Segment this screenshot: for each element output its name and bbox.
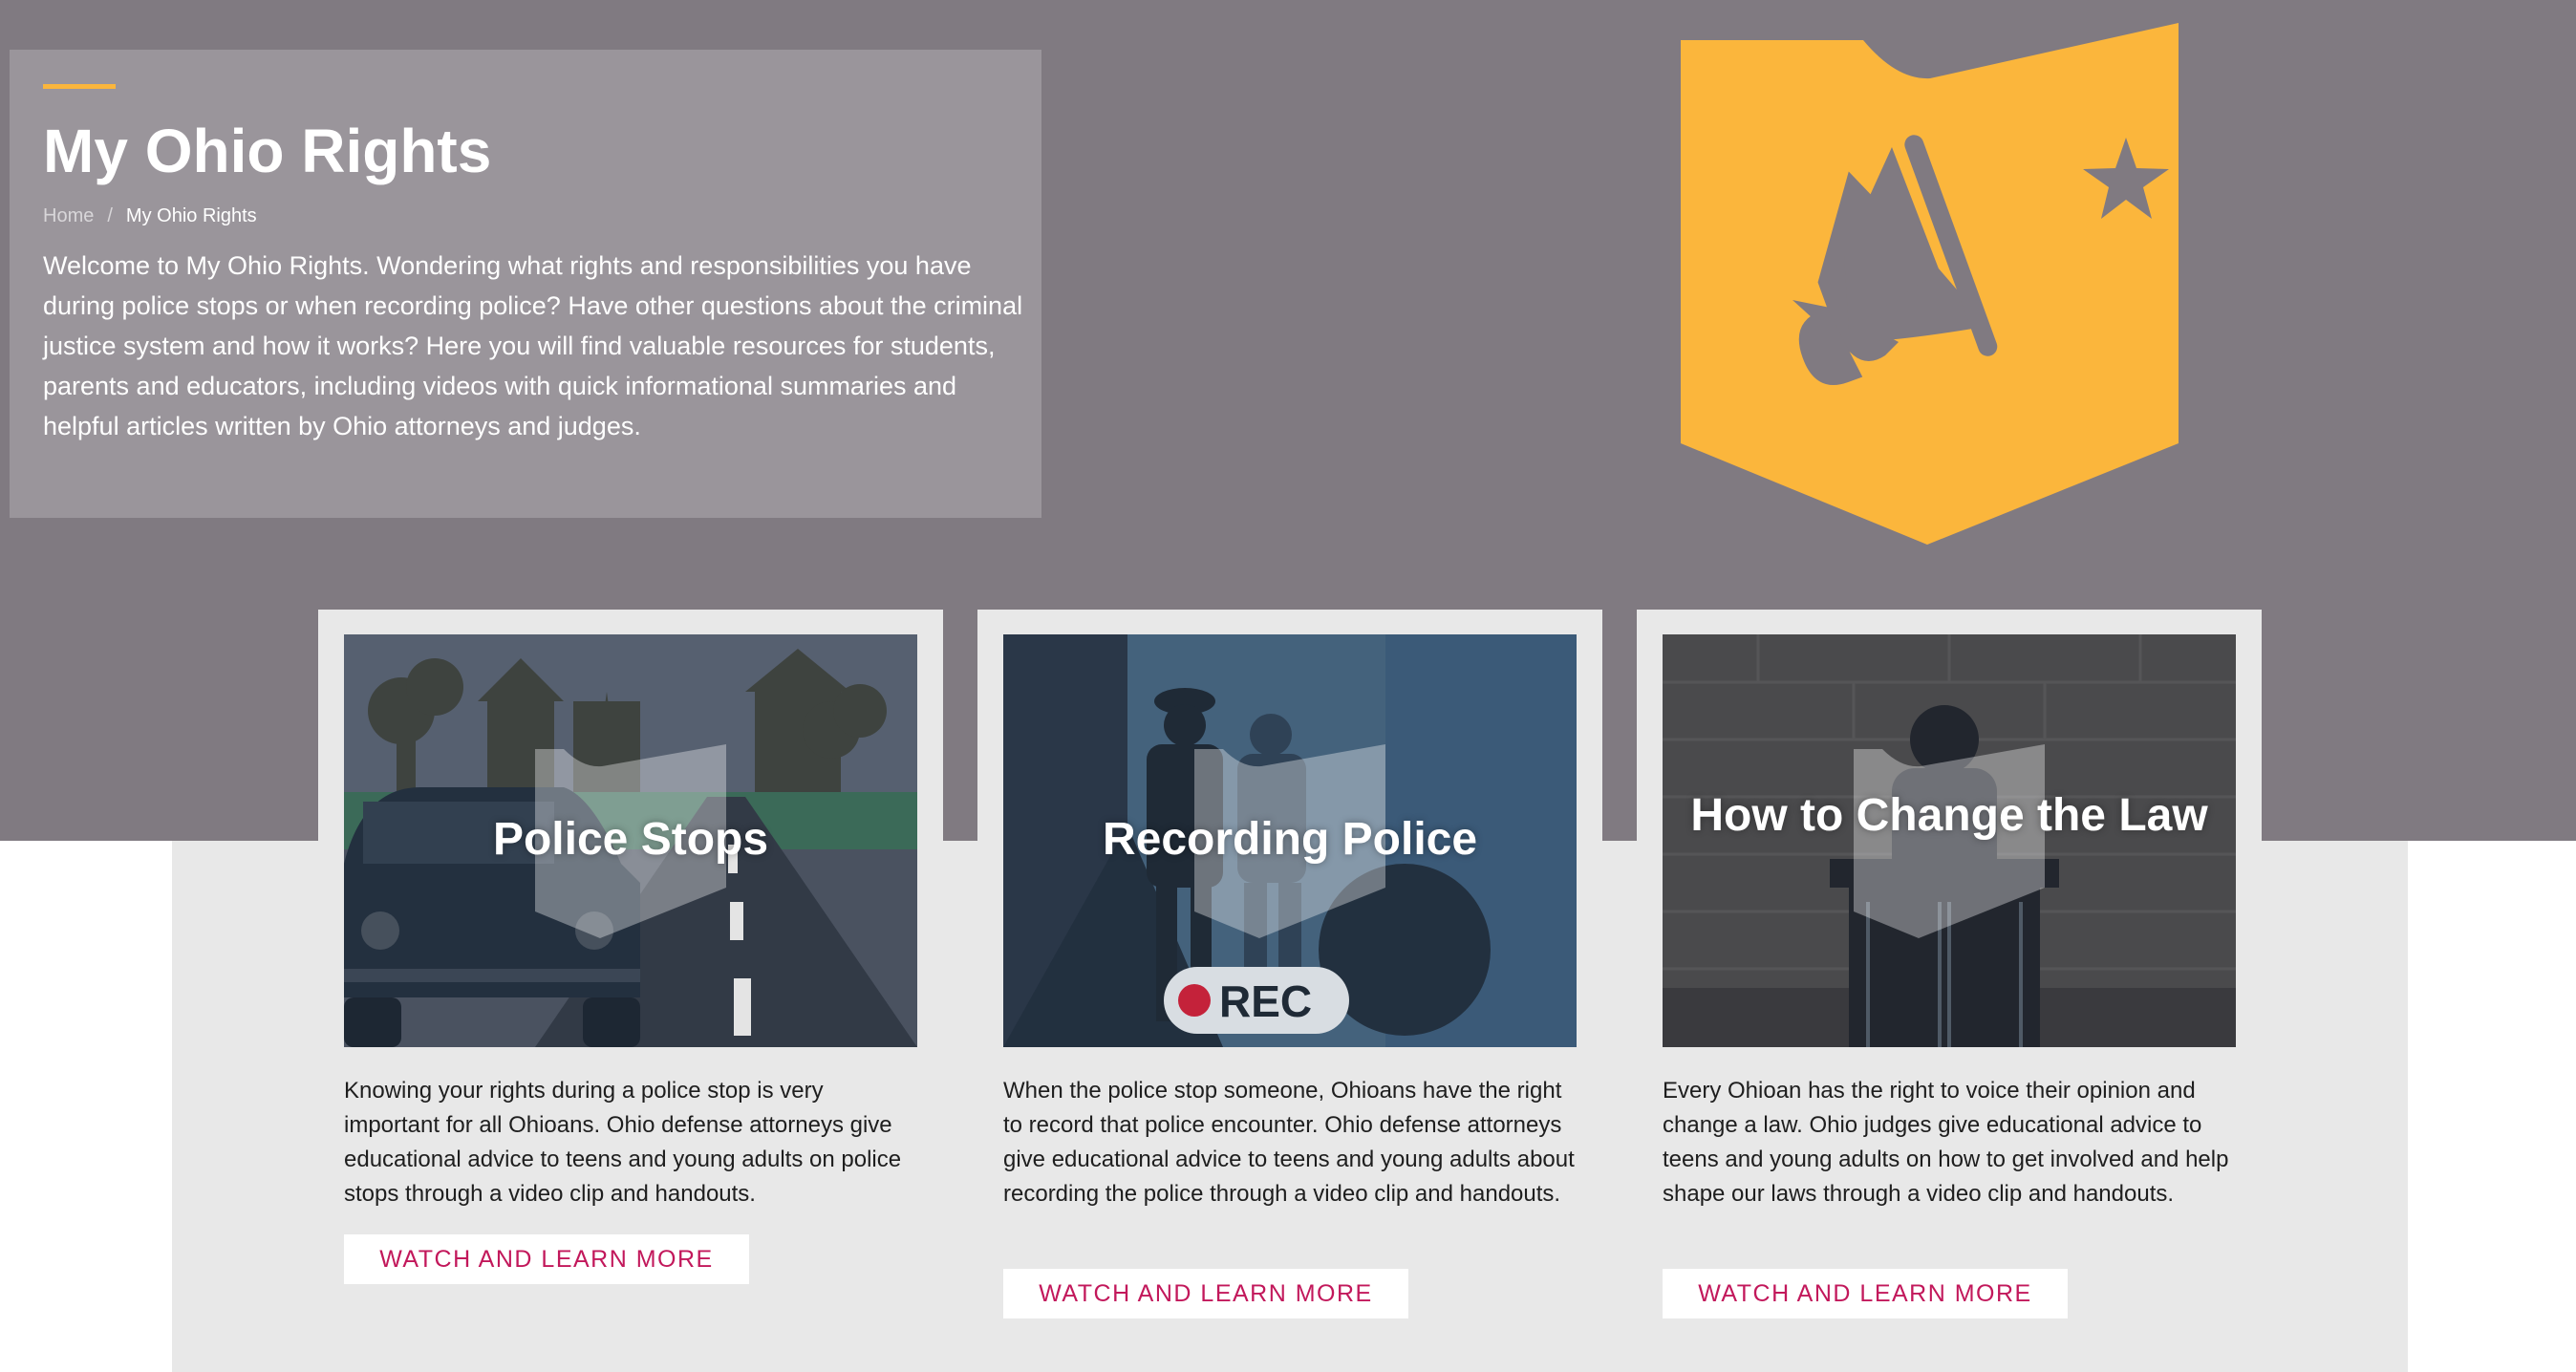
megaphone-shield-icon (1681, 23, 2179, 545)
rec-label: REC (1219, 976, 1312, 1026)
card-description-change-the-law: Every Ohioan has the right to voice thei… (1663, 1078, 2229, 1207)
breadcrumb: Home / My Ohio Rights (43, 204, 1007, 228)
watch-learn-more-button-recording-police[interactable]: WATCH AND LEARN MORE (1003, 1269, 1408, 1318)
breadcrumb-home-link[interactable]: Home (43, 205, 94, 226)
page-title: My Ohio Rights (43, 117, 492, 185)
change-the-law-illustration (1663, 634, 2236, 1047)
card-image-change-the-law[interactable]: How to Change the Law (1663, 634, 2236, 1047)
card-title-police-stops: Police Stops (492, 814, 769, 865)
breadcrumb-current: My Ohio Rights (125, 205, 257, 226)
card-image-recording-police[interactable]: REC Recording Police (1003, 634, 1577, 1047)
card-description-police-stops: Knowing your rights during a police stop… (344, 1078, 902, 1207)
watch-learn-more-button-change-the-law[interactable]: WATCH AND LEARN MORE (1663, 1269, 2068, 1318)
breadcrumb-separator: / (107, 205, 113, 226)
intro-panel: My Ohio Rights Home / My Ohio Rights Welco… (10, 50, 1041, 518)
card-title-recording-police: Recording Police (1102, 814, 1478, 865)
intro-text: Welcome to My Ohio Rights. Wondering wha… (43, 251, 1023, 440)
card-title-change-the-law: How to Change the Law (1690, 790, 2208, 841)
watch-learn-more-button-police-stops[interactable]: WATCH AND LEARN MORE (344, 1234, 749, 1284)
title-accent-bar (43, 84, 116, 89)
card-description-recording-police: When the police stop someone, Ohioans ha… (1003, 1078, 1575, 1207)
card-image-police-stops[interactable]: Police Stops (344, 634, 917, 1047)
